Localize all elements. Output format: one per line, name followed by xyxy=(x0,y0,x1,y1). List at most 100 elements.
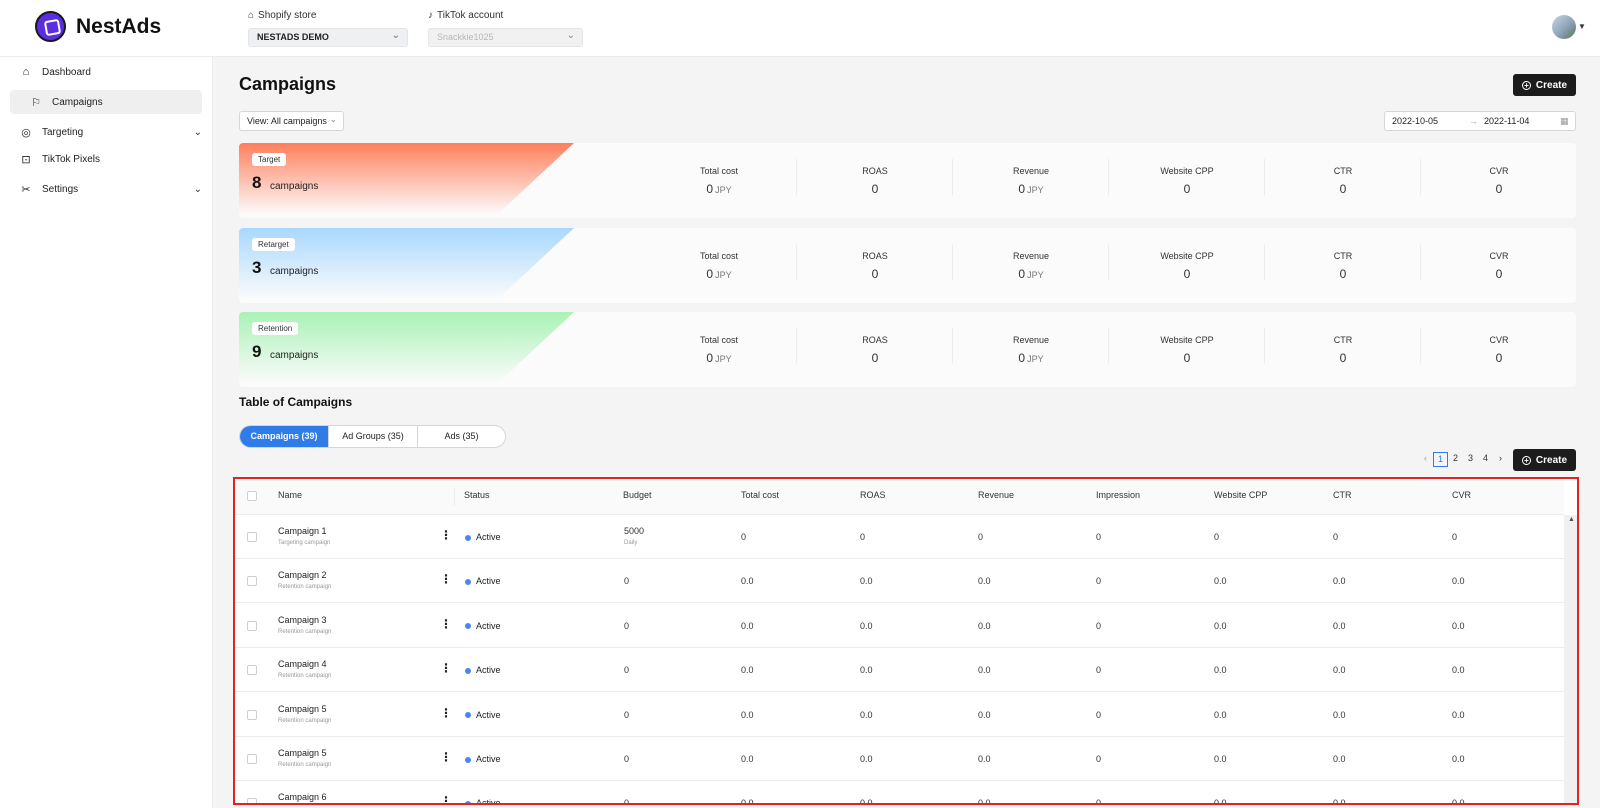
sidebar-item-settings[interactable]: ✂ Settings ⌄ xyxy=(10,177,202,201)
page-1[interactable]: 1 xyxy=(1433,452,1448,467)
tab-ad-groups[interactable]: Ad Groups (35) xyxy=(329,426,418,447)
sidebar-item-campaigns[interactable]: ⚐ Campaigns xyxy=(10,90,202,114)
metric-label: ROAS xyxy=(862,335,888,345)
view-select[interactable]: View: All campaigns ⌄ xyxy=(239,111,344,131)
metric-label: CVR xyxy=(1489,251,1509,261)
more-vertical-icon[interactable]: ⋮ xyxy=(440,529,452,541)
campaign-type: Retention campaign xyxy=(278,628,332,635)
card-metric: Revenue 0 JPY xyxy=(953,143,1109,218)
cell-roas: 0 xyxy=(860,532,866,542)
cell-cvr: 0.0 xyxy=(1452,620,1465,631)
select-all-checkbox[interactable] xyxy=(247,491,257,501)
cell-cpp: 0.0 xyxy=(1214,665,1227,676)
shopify-store-select[interactable]: NESTADS DEMO ⌄ xyxy=(248,28,408,47)
more-vertical-icon[interactable]: ⋮ xyxy=(440,618,452,630)
more-vertical-icon[interactable]: ⋮ xyxy=(440,573,452,585)
campaign-name[interactable]: Campaign 5 xyxy=(278,704,327,714)
more-vertical-icon[interactable]: ⋮ xyxy=(440,707,452,719)
col-roas[interactable]: ROAS xyxy=(860,490,886,500)
cell-impression: 0 xyxy=(1096,665,1102,676)
col-revenue[interactable]: Revenue xyxy=(978,490,1014,500)
chevron-down-icon: ⌄ xyxy=(566,30,575,41)
tab-campaigns[interactable]: Campaigns (39) xyxy=(240,426,329,447)
row-checkbox[interactable] xyxy=(247,576,257,587)
table-row[interactable]: Campaign 3 Retention campaign ⋮ Active 0 0.0 0… xyxy=(235,603,1564,648)
cell-ctr: 0.0 xyxy=(1333,798,1346,805)
campaign-name[interactable]: Campaign 5 xyxy=(278,748,327,758)
create-campaign-button[interactable]: + Create xyxy=(1513,74,1576,96)
tab-ads[interactable]: Ads (35) xyxy=(418,426,505,447)
cell-impression: 0 xyxy=(1096,798,1102,805)
page-3[interactable]: 3 xyxy=(1463,452,1478,467)
sidebar-item-targeting[interactable]: ◎ Targeting ⌄ xyxy=(10,120,202,144)
campaign-name[interactable]: Campaign 3 xyxy=(278,615,327,625)
table-row[interactable]: Campaign 4 Retention campaign ⋮ Active 0 0.0 0… xyxy=(235,648,1564,693)
scroll-up-icon[interactable]: ▲ xyxy=(1568,516,1575,523)
status-badge: Active xyxy=(465,532,501,542)
sidebar: ⌂ Dashboard ⚐ Campaigns ◎ Targeting ⌄ ⊡ … xyxy=(0,57,213,808)
chevron-down-icon: ⌄ xyxy=(329,114,337,124)
more-vertical-icon[interactable]: ⋮ xyxy=(440,662,452,674)
tiktok-account-value: Snackkie1025 xyxy=(437,32,494,42)
campaign-name[interactable]: Campaign 2 xyxy=(278,570,327,580)
app-name: NestAds xyxy=(76,14,162,38)
col-name[interactable]: Name xyxy=(278,490,302,500)
page-2[interactable]: 2 xyxy=(1448,452,1463,467)
metric-value: 0 xyxy=(1339,267,1347,281)
row-checkbox[interactable] xyxy=(247,709,257,720)
row-checkbox[interactable] xyxy=(247,798,257,803)
col-status[interactable]: Status xyxy=(464,490,490,500)
app-logo[interactable]: NestAds xyxy=(35,11,161,42)
cell-ctr: 0.0 xyxy=(1333,620,1346,631)
cell-cpp: 0.0 xyxy=(1214,620,1227,631)
scrollbar[interactable] xyxy=(1564,515,1577,803)
sidebar-item-dashboard[interactable]: ⌂ Dashboard xyxy=(10,60,202,84)
table-row[interactable]: Campaign 5 Retention campaign ⋮ Active 0 0.0 0… xyxy=(235,692,1564,737)
col-cvr[interactable]: CVR xyxy=(1452,490,1471,500)
col-website-cpp[interactable]: Website CPP xyxy=(1214,490,1267,500)
next-page-icon[interactable]: › xyxy=(1493,452,1508,467)
table-row[interactable]: Campaign 6 ⋮ Active 0 0.0 0.0 0.0 0 0.0 0.0 0.0 xyxy=(235,781,1564,805)
col-total-cost[interactable]: Total cost xyxy=(741,490,779,500)
cell-ctr: 0.0 xyxy=(1333,576,1346,587)
row-checkbox[interactable] xyxy=(247,620,257,631)
card-metric: Total cost 0 JPY xyxy=(641,228,797,303)
table-row[interactable]: Campaign 1 Targeting campaign ⋮ Active 5000 0… xyxy=(235,515,1564,559)
metric-unit: JPY xyxy=(715,270,732,280)
campaign-name[interactable]: Campaign 1 xyxy=(278,526,327,536)
prev-page-icon[interactable]: ‹ xyxy=(1418,452,1433,467)
cell-budget: 0 xyxy=(624,798,630,805)
cell-roas: 0.0 xyxy=(860,665,873,676)
metric-label: Revenue xyxy=(1012,335,1050,345)
card-tag: Target xyxy=(252,153,287,166)
cell-roas: 0.0 xyxy=(860,620,873,631)
row-checkbox[interactable] xyxy=(247,532,257,542)
campaign-name[interactable]: Campaign 6 xyxy=(278,792,327,802)
page-4[interactable]: 4 xyxy=(1478,452,1493,467)
table-row[interactable]: Campaign 2 Retention campaign ⋮ Active 0 0.0 0… xyxy=(235,559,1564,604)
col-budget[interactable]: Budget xyxy=(623,490,652,500)
card-count: 3 xyxy=(252,258,262,277)
metric-unit: JPY xyxy=(1027,185,1044,195)
more-vertical-icon[interactable]: ⋮ xyxy=(440,751,452,763)
col-ctr[interactable]: CTR xyxy=(1333,490,1352,500)
sidebar-item-tiktok-pixels[interactable]: ⊡ TikTok Pixels xyxy=(10,147,202,171)
date-end[interactable]: 2022-11-04 xyxy=(1484,116,1529,126)
tiktok-account-select[interactable]: Snackkie1025 ⌄ xyxy=(428,28,583,47)
campaign-name[interactable]: Campaign 4 xyxy=(278,659,327,669)
metric-value: 0 JPY xyxy=(1018,351,1044,365)
row-checkbox[interactable] xyxy=(247,754,257,764)
avatar[interactable] xyxy=(1552,15,1576,39)
date-range-picker[interactable]: 2022-10-05 → 2022-11-04 ▦ xyxy=(1384,111,1576,131)
store-icon: ⌂ xyxy=(248,9,255,21)
date-start[interactable]: 2022-10-05 xyxy=(1392,116,1438,126)
metric-value: 0 JPY xyxy=(706,267,732,281)
create-table-button[interactable]: + Create xyxy=(1513,449,1576,471)
row-checkbox[interactable] xyxy=(247,665,257,676)
card-count-label: campaigns xyxy=(270,181,319,192)
caret-down-icon[interactable]: ▼ xyxy=(1578,22,1586,31)
table-row[interactable]: Campaign 5 Retention campaign ⋮ Active 0 0.0 0… xyxy=(235,737,1564,781)
status-badge: Active xyxy=(465,665,501,675)
col-impression[interactable]: Impression xyxy=(1096,490,1140,500)
more-vertical-icon[interactable]: ⋮ xyxy=(440,795,452,803)
